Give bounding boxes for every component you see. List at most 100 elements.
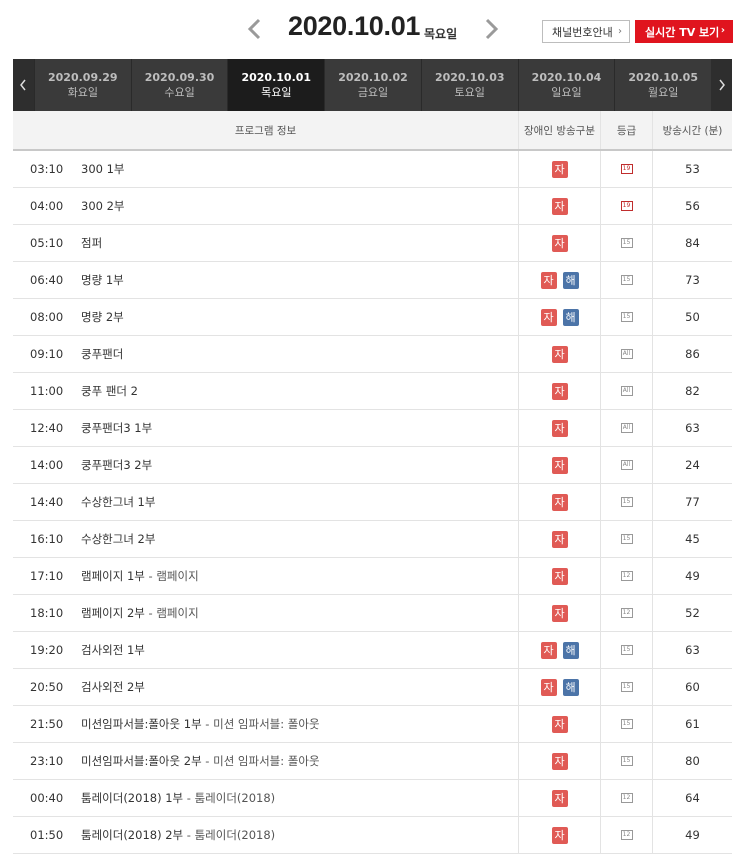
tabs-next-arrow-icon[interactable] <box>711 59 733 111</box>
table-row[interactable]: 14:00 쿵푸팬더3 2부 자 All 24 <box>13 447 732 484</box>
program-info-cell: 14:40 수상한그녀 1부 <box>13 484 518 520</box>
program-title[interactable]: 300 1부 <box>81 161 125 177</box>
table-row[interactable]: 06:40 명량 1부 자 해 15 73 <box>13 262 732 299</box>
live-tv-button[interactable]: 실시간 TV 보기 › <box>635 20 733 43</box>
program-title[interactable]: 명량 1부 <box>81 272 124 288</box>
duration-cell: 52 <box>652 595 732 631</box>
table-row[interactable]: 11:00 쿵푸 팬더 2 자 All 82 <box>13 373 732 410</box>
program-title[interactable]: 툼레이더(2018) 2부 <box>81 827 183 843</box>
prev-date-arrow-icon[interactable] <box>242 14 268 44</box>
accessibility-cell: 자 <box>518 706 600 742</box>
rating-icon: 12 <box>620 830 633 840</box>
rating-icon: All <box>620 386 633 396</box>
program-title[interactable]: 쿵푸팬더3 1부 <box>81 420 152 436</box>
table-row[interactable]: 19:20 검사외전 1부 자 해 15 63 <box>13 632 732 669</box>
tab-weekday: 월요일 <box>648 85 679 99</box>
duration-cell: 63 <box>652 410 732 446</box>
accessibility-cell: 자 <box>518 595 600 631</box>
program-title[interactable]: 300 2부 <box>81 198 125 214</box>
program-info-cell: 08:00 명량 2부 <box>13 299 518 335</box>
program-title[interactable]: 검사외전 2부 <box>81 679 145 695</box>
header-program-info: 프로그램 정보 <box>234 124 297 137</box>
rating-icon: 15 <box>620 645 633 655</box>
grade-cell: 19 <box>600 151 652 187</box>
channel-number-guide-button[interactable]: 채널번호안내 › <box>542 20 630 43</box>
table-row[interactable]: 03:10 300 1부 자 19 53 <box>13 151 732 188</box>
program-time: 04:00 <box>30 199 64 213</box>
tab-day[interactable]: 2020.10.04 일요일 <box>517 59 615 111</box>
table-row[interactable]: 21:50 미션임파서블:폴아웃 1부 - 미션 임파서블: 폴아웃 자 15 61 <box>13 706 732 743</box>
table-row[interactable]: 20:50 검사외전 2부 자 해 15 60 <box>13 669 732 706</box>
program-info-cell: 23:10 미션임파서블:폴아웃 2부 - 미션 임파서블: 폴아웃 <box>13 743 518 779</box>
program-title[interactable]: 수상한그녀 1부 <box>81 494 155 510</box>
program-title[interactable]: 툼레이더(2018) 1부 <box>81 790 183 806</box>
tab-date: 2020.10.05 <box>628 70 698 84</box>
program-title[interactable]: 쿵푸 팬더 2 <box>81 383 138 399</box>
program-subtitle: - 툼레이더(2018) <box>183 791 276 805</box>
tab-day[interactable]: 2020.09.30 수요일 <box>130 59 228 111</box>
grade-cell: 12 <box>600 595 652 631</box>
rating-icon: 12 <box>620 571 633 581</box>
tab-day[interactable]: 2020.09.29 화요일 <box>33 59 131 111</box>
program-title[interactable]: 검사외전 1부 <box>81 642 145 658</box>
program-time: 19:20 <box>30 643 64 657</box>
program-title[interactable]: 수상한그녀 2부 <box>81 531 155 547</box>
program-title[interactable]: 미션임파서블:폴아웃 1부 <box>81 716 202 732</box>
program-info-cell: 17:10 램페이지 1부 - 램페이지 <box>13 558 518 594</box>
duration-cell: 61 <box>652 706 732 742</box>
subtitle-badge: 자 <box>551 604 568 622</box>
subtitle-badge: 자 <box>551 493 568 511</box>
program-subtitle: - 미션 임파서블: 폴아웃 <box>201 717 320 731</box>
program-title[interactable]: 명량 2부 <box>81 309 124 325</box>
rating-icon: 15 <box>620 756 633 766</box>
subtitle-badge: 자 <box>551 456 568 474</box>
table-row[interactable]: 09:10 쿵푸팬더 자 All 86 <box>13 336 732 373</box>
program-time: 00:40 <box>30 791 64 805</box>
program-title[interactable]: 쿵푸팬더 <box>81 346 123 362</box>
program-title[interactable]: 램페이지 1부 <box>81 568 145 584</box>
table-row[interactable]: 01:50 툼레이더(2018) 2부 - 툼레이더(2018) 자 12 49 <box>13 817 732 854</box>
table-row[interactable]: 05:10 점퍼 자 15 84 <box>13 225 732 262</box>
audio-description-badge: 해 <box>562 308 579 326</box>
accessibility-cell: 자 <box>518 336 600 372</box>
table-row[interactable]: 04:00 300 2부 자 19 56 <box>13 188 732 225</box>
accessibility-cell: 자해 <box>518 632 600 668</box>
rating-icon: 19 <box>620 164 633 174</box>
table-body: 03:10 300 1부 자 19 53 04:00 300 2부 자 19 56 05:10 점퍼 자… <box>13 151 732 854</box>
rating-icon: 15 <box>620 312 633 322</box>
program-time: 05:10 <box>30 236 64 250</box>
next-date-arrow-icon[interactable] <box>478 14 504 44</box>
table-row[interactable]: 08:00 명량 2부 자 해 15 50 <box>13 299 732 336</box>
table-row[interactable]: 16:10 수상한그녀 2부 자 15 45 <box>13 521 732 558</box>
table-row[interactable]: 14:40 수상한그녀 1부 자 15 77 <box>13 484 732 521</box>
tab-day-active[interactable]: 2020.10.01 목요일 <box>227 59 325 111</box>
tabs-prev-arrow-icon[interactable] <box>13 59 34 111</box>
rating-icon: All <box>620 423 633 433</box>
duration-cell: 86 <box>652 336 732 372</box>
program-time: 08:00 <box>30 310 64 324</box>
accessibility-cell: 자 <box>518 151 600 187</box>
subtitle-badge: 자 <box>551 567 568 585</box>
tab-day[interactable]: 2020.10.02 금요일 <box>324 59 421 111</box>
table-row[interactable]: 00:40 툼레이더(2018) 1부 - 툼레이더(2018) 자 12 64 <box>13 780 732 817</box>
tab-weekday: 수요일 <box>164 85 195 99</box>
table-row[interactable]: 18:10 램페이지 2부 - 램페이지 자 12 52 <box>13 595 732 632</box>
tab-date: 2020.10.03 <box>434 70 505 84</box>
table-row[interactable]: 12:40 쿵푸팬더3 1부 자 All 63 <box>13 410 732 447</box>
grade-cell: 15 <box>600 743 652 779</box>
subtitle-badge: 자 <box>551 382 568 400</box>
program-title[interactable]: 램페이지 2부 <box>81 605 145 621</box>
program-info-cell: 18:10 램페이지 2부 - 램페이지 <box>13 595 518 631</box>
tab-day[interactable]: 2020.10.05 월요일 <box>614 59 711 111</box>
program-title[interactable]: 점퍼 <box>81 235 102 251</box>
program-title[interactable]: 미션임파서블:폴아웃 2부 <box>81 753 202 769</box>
table-row[interactable]: 17:10 램페이지 1부 - 램페이지 자 12 49 <box>13 558 732 595</box>
program-title[interactable]: 쿵푸팬더3 2부 <box>81 457 152 473</box>
program-time: 12:40 <box>30 421 64 435</box>
tab-weekday: 금요일 <box>357 85 389 99</box>
tab-day[interactable]: 2020.10.03 토요일 <box>420 59 518 111</box>
subtitle-badge: 자 <box>551 160 568 178</box>
table-row[interactable]: 23:10 미션임파서블:폴아웃 2부 - 미션 임파서블: 폴아웃 자 15 80 <box>13 743 732 780</box>
duration-cell: 45 <box>652 521 732 557</box>
rating-icon: 15 <box>620 682 633 692</box>
